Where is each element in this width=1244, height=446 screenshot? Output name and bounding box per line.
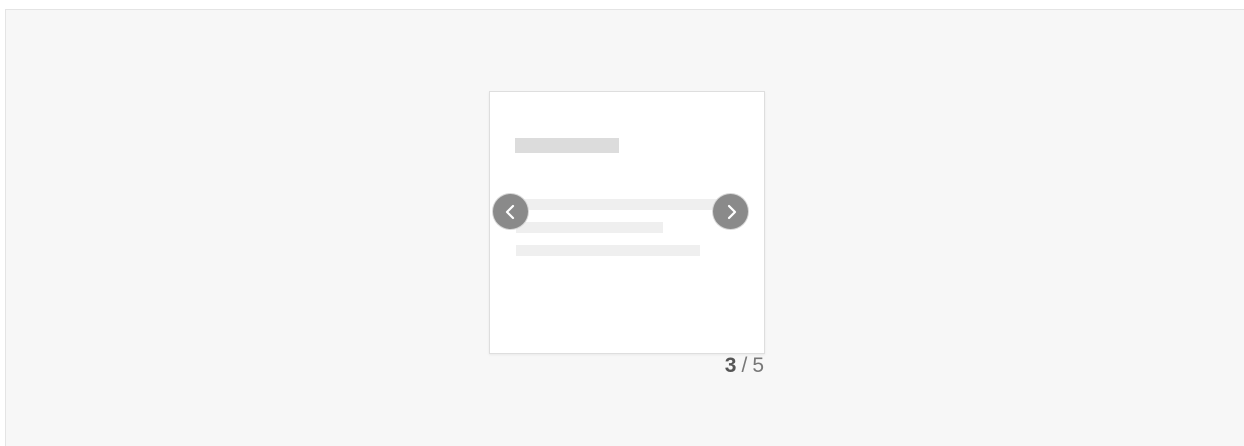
placeholder-text-line (516, 199, 738, 210)
chevron-left-icon (504, 204, 518, 220)
current-page-number: 3 (724, 354, 737, 377)
placeholder-title-bar (515, 138, 619, 153)
chevron-right-icon (724, 204, 738, 220)
placeholder-text-line (516, 222, 663, 233)
next-page-button[interactable] (712, 193, 749, 230)
page-counter: 3/5 (725, 354, 764, 378)
placeholder-text-line (516, 245, 700, 256)
previous-page-button[interactable] (492, 193, 529, 230)
page-separator: / (741, 354, 748, 377)
total-page-count: 5 (752, 354, 764, 377)
document-viewer (5, 9, 1244, 446)
